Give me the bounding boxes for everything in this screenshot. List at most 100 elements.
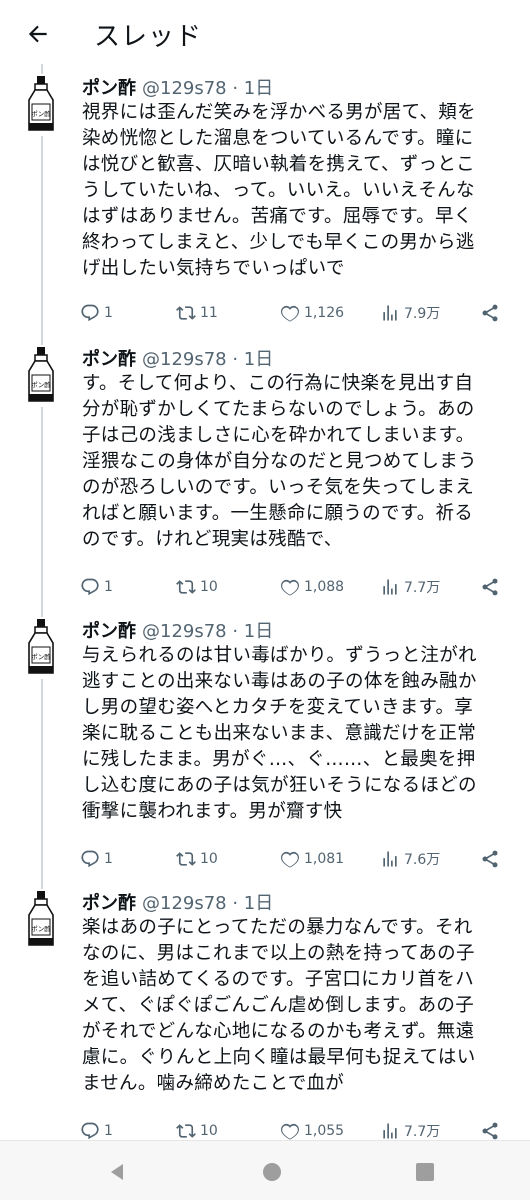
retweet-button[interactable]: 10 xyxy=(176,1119,218,1140)
tweet-line: を追い詰めてくるのです。子宮口にカリ首をハ xyxy=(82,969,475,990)
views-button[interactable]: 7.7万 xyxy=(380,1119,440,1140)
views-button[interactable]: 7.9万 xyxy=(380,301,440,325)
views-count: 7.9万 xyxy=(404,306,441,322)
reply-button[interactable]: 1 xyxy=(80,575,113,599)
tweet-line: はずはありません。苦痛です。屈辱です。早く xyxy=(82,206,473,227)
retweet-count: 10 xyxy=(200,851,218,867)
heart-icon xyxy=(281,305,299,322)
system-navigation-bar xyxy=(0,1140,530,1200)
views-button[interactable]: 7.6万 xyxy=(380,847,440,871)
like-button[interactable]: 1,126 xyxy=(280,301,344,325)
thread-connector xyxy=(41,407,43,607)
thread-connector xyxy=(41,679,43,879)
thread-connector xyxy=(41,335,43,345)
tweet-actions: 1 10 1,088 7.7万 xyxy=(80,575,520,599)
circle-home-icon xyxy=(263,1163,281,1181)
tweet-line: がそれでどんな心地になるのかも考えず。無遠 xyxy=(82,1021,475,1042)
views-icon xyxy=(383,305,397,321)
share-icon xyxy=(482,304,498,322)
tweet-meta[interactable]: @129s78 · 1日 xyxy=(142,617,273,643)
thread-connector xyxy=(41,64,43,74)
tweet[interactable]: ポン酢 ポン酢 @129s78 · 1日 す。そして何より、この行為に快楽を見出… xyxy=(0,335,530,607)
tweet-line: す。そして何より、この行為に快楽を見出す自 xyxy=(82,373,474,394)
like-count: 1,055 xyxy=(304,1123,345,1139)
retweet-icon xyxy=(176,306,196,320)
tweet-line: は悦びと歓喜、仄暗い執着を携えて、ずっとこ xyxy=(82,154,475,175)
avatar[interactable]: ポン酢 xyxy=(22,74,60,132)
tweet-meta[interactable]: @129s78 · 1日 xyxy=(142,345,273,371)
system-home-button[interactable] xyxy=(261,1161,283,1183)
heart-icon xyxy=(281,851,299,868)
tweet-line: に残したまま。男がぐ…、ぐ……、と最奥を押 xyxy=(82,749,476,770)
share-button[interactable] xyxy=(480,1119,504,1140)
avatar-label: ポン酢 xyxy=(31,652,51,661)
tweet[interactable]: ポン酢 ポン酢 @129s78 · 1日 視界には歪んだ笑みを浮かべる男が居て、… xyxy=(0,64,530,335)
views-count: 7.6万 xyxy=(404,852,441,868)
reply-icon xyxy=(81,578,99,596)
reply-count: 1 xyxy=(104,579,113,595)
display-name[interactable]: ポン酢 xyxy=(82,74,136,100)
avatar-label: ポン酢 xyxy=(31,380,51,389)
tweet-line: のです。けれど現実は残酷で、 xyxy=(82,529,343,550)
tweet-line: し男の望む姿へとカタチを変えていきます。享 xyxy=(82,697,474,718)
reply-count: 1 xyxy=(104,851,113,867)
back-button[interactable] xyxy=(18,14,58,54)
views-button[interactable]: 7.7万 xyxy=(380,575,440,599)
share-button[interactable] xyxy=(480,301,504,325)
tweet-line: 与えられるのは甘い毒ばかり。ずうっと注がれ xyxy=(82,645,477,666)
tweet-line: 楽はあの子にとってただの暴力なんです。それ xyxy=(82,917,473,938)
retweet-button[interactable]: 11 xyxy=(176,301,218,325)
heart-icon xyxy=(281,579,299,596)
tweet[interactable]: ポン酢 ポン酢 @129s78 · 1日 与えられるのは甘い毒ばかり。ずうっと注… xyxy=(0,607,530,879)
like-button[interactable]: 1,055 xyxy=(280,1119,344,1140)
reply-button[interactable]: 1 xyxy=(80,301,113,325)
views-icon xyxy=(383,1123,397,1139)
display-name[interactable]: ポン酢 xyxy=(82,617,136,643)
tweet-line: 分が恥ずかしくてたまらないのでしょう。あの xyxy=(82,399,475,420)
tweet-meta[interactable]: @129s78 · 1日 xyxy=(142,74,273,100)
reply-button[interactable]: 1 xyxy=(80,1119,113,1140)
reply-button[interactable]: 1 xyxy=(80,847,113,871)
tweet-line: 視界には歪んだ笑みを浮かべる男が居て、頬を xyxy=(82,102,476,123)
tweet-actions: 1 10 1,081 7.6万 xyxy=(80,847,520,871)
system-back-button[interactable] xyxy=(106,1161,128,1183)
retweet-button[interactable]: 10 xyxy=(176,575,218,599)
tweet[interactable]: ポン酢 ポン酢 @129s78 · 1日 楽はあの子にとってただの暴力なんです。… xyxy=(0,879,530,1140)
like-count: 1,081 xyxy=(304,851,345,867)
tweet-line: のが恐ろしいのです。いっそ気を失ってしまえ xyxy=(82,477,475,498)
share-icon xyxy=(482,578,498,596)
retweet-icon xyxy=(176,852,196,866)
like-button[interactable]: 1,088 xyxy=(280,575,344,599)
tweet-line: 逃すことの出来ない毒はあの子の体を蝕み融か xyxy=(82,671,477,692)
views-count: 7.7万 xyxy=(404,1124,441,1140)
like-count: 1,088 xyxy=(304,579,345,595)
triangle-back-icon xyxy=(111,1164,123,1180)
avatar-label: ポン酢 xyxy=(31,924,51,933)
thread-connector xyxy=(41,136,43,335)
share-button[interactable] xyxy=(480,847,504,871)
thread-connector xyxy=(41,879,43,889)
square-recents-icon xyxy=(416,1163,434,1181)
tweet-meta[interactable]: @129s78 · 1日 xyxy=(142,889,273,915)
avatar[interactable]: ポン酢 xyxy=(22,617,60,675)
retweet-count: 10 xyxy=(200,579,218,595)
tweet-line: 淫猥なこの身体が自分なのだと見つめてしまう xyxy=(82,451,477,472)
like-count: 1,126 xyxy=(304,305,345,321)
tweet-line: 衝撃に襲われます。男が齎す快 xyxy=(82,801,343,822)
reply-icon xyxy=(81,850,99,868)
share-icon xyxy=(482,1122,498,1140)
tweet-line: ません。噛み締めたことで血が xyxy=(82,1073,345,1094)
display-name[interactable]: ポン酢 xyxy=(82,889,136,915)
tweet-line: し込む度にあの子は気が狂いそうになるほどの xyxy=(82,775,477,796)
system-recents-button[interactable] xyxy=(414,1161,436,1183)
avatar[interactable]: ポン酢 xyxy=(22,345,60,403)
avatar-label: ポン酢 xyxy=(31,109,51,118)
reply-count: 1 xyxy=(104,1123,113,1139)
display-name[interactable]: ポン酢 xyxy=(82,345,136,371)
share-button[interactable] xyxy=(480,575,504,599)
retweet-button[interactable]: 10 xyxy=(176,847,218,871)
views-icon xyxy=(383,579,397,595)
tweet-line: メて、ぐぽぐぽごんごん虐め倒します。あの子 xyxy=(82,995,475,1016)
like-button[interactable]: 1,081 xyxy=(280,847,344,871)
avatar[interactable]: ポン酢 xyxy=(22,889,60,947)
